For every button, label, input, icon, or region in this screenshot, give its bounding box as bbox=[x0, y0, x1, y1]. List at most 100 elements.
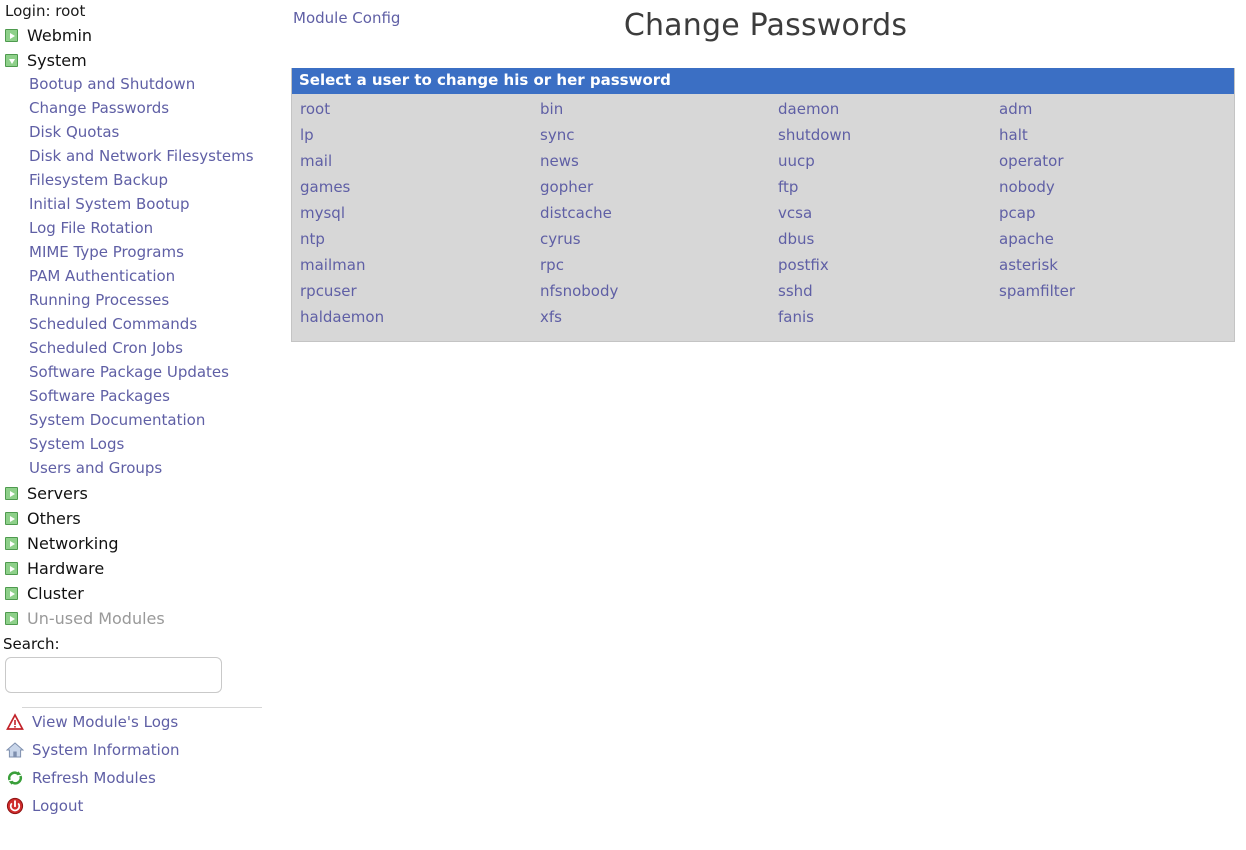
sidebar-category-system[interactable]: System bbox=[0, 48, 285, 73]
user-link-ntp[interactable]: ntp bbox=[300, 230, 325, 248]
sidebar-category-servers[interactable]: Servers bbox=[0, 481, 285, 506]
footer-link-label[interactable]: Logout bbox=[32, 797, 83, 815]
table-cell: rpcuser bbox=[292, 280, 540, 302]
user-link-postfix[interactable]: postfix bbox=[778, 256, 829, 274]
page-title: Change Passwords bbox=[623, 8, 908, 43]
user-link-lp[interactable]: lp bbox=[300, 126, 314, 144]
user-link-vcsa[interactable]: vcsa bbox=[778, 204, 812, 222]
expand-right-icon[interactable] bbox=[5, 562, 18, 575]
webmin-page: Login: root Webmin System Bootup and Shut… bbox=[0, 0, 1246, 850]
sidebar-module-users-and-groups[interactable]: Users and Groups bbox=[0, 457, 255, 481]
table-row: rpcuser nfsnobody sshd spamfilter bbox=[292, 280, 1234, 306]
user-link-xfs[interactable]: xfs bbox=[540, 308, 562, 326]
footer-link-label[interactable]: View Module's Logs bbox=[32, 713, 178, 731]
user-link-spamfilter[interactable]: spamfilter bbox=[999, 282, 1075, 300]
user-link-distcache[interactable]: distcache bbox=[540, 204, 612, 222]
sidebar-module-software-package-updates[interactable]: Software Package Updates bbox=[0, 361, 255, 385]
user-link-sshd[interactable]: sshd bbox=[778, 282, 813, 300]
sidebar-module-running-processes[interactable]: Running Processes bbox=[0, 289, 255, 313]
table-cell: postfix bbox=[778, 254, 999, 276]
table-cell: operator bbox=[999, 150, 1229, 172]
user-link-uucp[interactable]: uucp bbox=[778, 152, 815, 170]
sidebar-category-others[interactable]: Others bbox=[0, 506, 285, 531]
user-link-pcap[interactable]: pcap bbox=[999, 204, 1035, 222]
footer-row-system-information[interactable]: System Information bbox=[0, 736, 285, 764]
top-category-list: Webmin System bbox=[0, 23, 285, 73]
sidebar-module-scheduled-commands[interactable]: Scheduled Commands bbox=[0, 313, 255, 337]
sidebar-module-system-documentation[interactable]: System Documentation bbox=[0, 409, 255, 433]
sidebar-module-initial-system-bootup[interactable]: Initial System Bootup bbox=[0, 193, 255, 217]
user-link-gopher[interactable]: gopher bbox=[540, 178, 593, 196]
expand-right-icon[interactable] bbox=[5, 587, 18, 600]
user-link-root[interactable]: root bbox=[300, 100, 330, 118]
user-link-adm[interactable]: adm bbox=[999, 100, 1032, 118]
category-label: Cluster bbox=[27, 583, 84, 603]
sidebar-category-cluster[interactable]: Cluster bbox=[0, 581, 285, 606]
user-link-games[interactable]: games bbox=[300, 178, 350, 196]
table-cell: bin bbox=[540, 98, 778, 120]
sidebar-module-pam-authentication[interactable]: PAM Authentication bbox=[0, 265, 255, 289]
user-link-rpcuser[interactable]: rpcuser bbox=[300, 282, 357, 300]
sidebar-category-networking[interactable]: Networking bbox=[0, 531, 285, 556]
user-link-haldaemon[interactable]: haldaemon bbox=[300, 308, 384, 326]
sidebar-module-scheduled-cron-jobs[interactable]: Scheduled Cron Jobs bbox=[0, 337, 255, 361]
expand-right-icon[interactable] bbox=[5, 512, 18, 525]
user-link-rpc[interactable]: rpc bbox=[540, 256, 564, 274]
user-link-cyrus[interactable]: cyrus bbox=[540, 230, 581, 248]
table-body: root bin daemon adm lp sync shutdown halt mail ne… bbox=[292, 94, 1234, 341]
expand-right-icon[interactable] bbox=[5, 612, 18, 625]
footer-row-refresh-modules[interactable]: Refresh Modules bbox=[0, 764, 285, 792]
search-label: Search: bbox=[3, 635, 60, 653]
sidebar-module-bootup-and-shutdown[interactable]: Bootup and Shutdown bbox=[0, 73, 255, 97]
footer-row-logout[interactable]: Logout bbox=[0, 792, 285, 820]
footer-link-label[interactable]: System Information bbox=[32, 741, 180, 759]
sidebar-category-hardware[interactable]: Hardware bbox=[0, 556, 285, 581]
user-link-operator[interactable]: operator bbox=[999, 152, 1064, 170]
sidebar-module-software-packages[interactable]: Software Packages bbox=[0, 385, 255, 409]
sidebar-module-disk-quotas[interactable]: Disk Quotas bbox=[0, 121, 255, 145]
user-link-news[interactable]: news bbox=[540, 152, 579, 170]
user-link-sync[interactable]: sync bbox=[540, 126, 574, 144]
table-cell: distcache bbox=[540, 202, 778, 224]
table-row: mailman rpc postfix asterisk bbox=[292, 254, 1234, 280]
sidebar-category-un-used-modules[interactable]: Un-used Modules bbox=[0, 606, 285, 631]
user-link-daemon[interactable]: daemon bbox=[778, 100, 839, 118]
category-label: Webmin bbox=[27, 25, 93, 45]
user-link-apache[interactable]: apache bbox=[999, 230, 1054, 248]
expand-right-icon[interactable] bbox=[5, 537, 18, 550]
user-link-asterisk[interactable]: asterisk bbox=[999, 256, 1058, 274]
home-icon bbox=[6, 741, 24, 759]
expand-right-icon[interactable] bbox=[5, 487, 18, 500]
table-cell: mailman bbox=[292, 254, 540, 276]
table-cell: uucp bbox=[778, 150, 999, 172]
sidebar-module-change-passwords[interactable]: Change Passwords bbox=[0, 97, 255, 121]
sidebar-module-mime-type-programs[interactable]: MIME Type Programs bbox=[0, 241, 255, 265]
sidebar-module-system-logs[interactable]: System Logs bbox=[0, 433, 255, 457]
footer-link-label[interactable]: Refresh Modules bbox=[32, 769, 156, 787]
table-cell: xfs bbox=[540, 306, 778, 328]
user-link-ftp[interactable]: ftp bbox=[778, 178, 798, 196]
user-link-mail[interactable]: mail bbox=[300, 152, 332, 170]
user-link-fanis[interactable]: fanis bbox=[778, 308, 814, 326]
user-link-shutdown[interactable]: shutdown bbox=[778, 126, 851, 144]
user-link-bin[interactable]: bin bbox=[540, 100, 563, 118]
user-link-mysql[interactable]: mysql bbox=[300, 204, 345, 222]
user-link-nfsnobody[interactable]: nfsnobody bbox=[540, 282, 618, 300]
user-link-mailman[interactable]: mailman bbox=[300, 256, 365, 274]
user-link-halt[interactable]: halt bbox=[999, 126, 1028, 144]
footer-row-view-module-s-logs[interactable]: View Module's Logs bbox=[0, 708, 285, 736]
user-link-dbus[interactable]: dbus bbox=[778, 230, 814, 248]
expand-right-icon[interactable] bbox=[5, 29, 18, 42]
table-cell: apache bbox=[999, 228, 1229, 250]
sidebar-category-webmin[interactable]: Webmin bbox=[0, 23, 285, 48]
category-label: Un-used Modules bbox=[27, 608, 165, 628]
table-cell: asterisk bbox=[999, 254, 1229, 276]
search-input[interactable] bbox=[5, 657, 222, 693]
sidebar-module-disk-and-network-filesystems[interactable]: Disk and Network Filesystems bbox=[0, 145, 255, 169]
sidebar-module-log-file-rotation[interactable]: Log File Rotation bbox=[0, 217, 255, 241]
expand-down-icon[interactable] bbox=[5, 54, 18, 67]
system-module-list: Bootup and Shutdown Change Passwords Disk … bbox=[0, 73, 285, 481]
user-link-nobody[interactable]: nobody bbox=[999, 178, 1055, 196]
table-cell: fanis bbox=[778, 306, 999, 328]
sidebar-module-filesystem-backup[interactable]: Filesystem Backup bbox=[0, 169, 255, 193]
